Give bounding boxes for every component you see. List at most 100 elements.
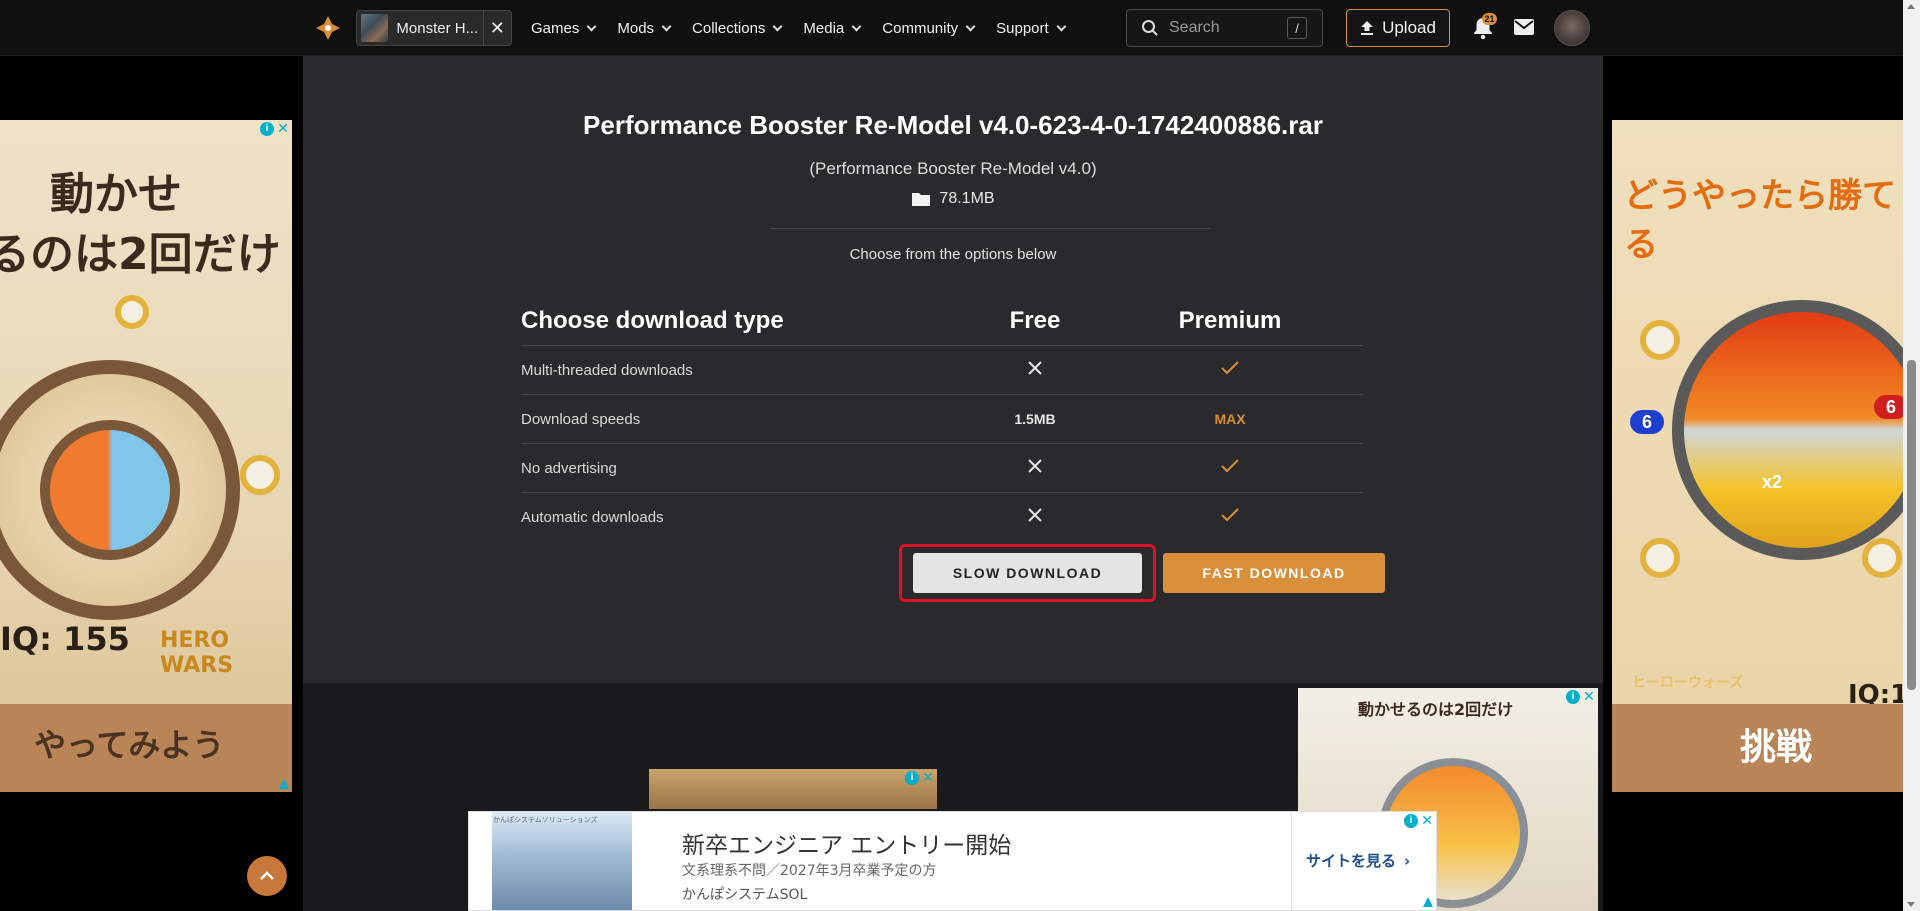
free-speed-value: 1.5MB: [1014, 411, 1056, 427]
upload-button[interactable]: Upload: [1346, 9, 1450, 47]
bottom-ad-banner[interactable]: かんぽシステムソリューションズ 新卒エンジニア エントリー開始 文系理系不問／2…: [468, 811, 1437, 911]
ad-headline: 新卒エンジニア エントリー開始: [682, 833, 1012, 859]
header-premium: Premium: [1178, 306, 1282, 334]
ad-cta-label: サイトを見る: [1306, 852, 1397, 870]
ad-pin-handle: [240, 455, 280, 495]
ad-cta[interactable]: 挑戦: [1740, 718, 1812, 770]
cross-icon: [1027, 507, 1043, 523]
search-input[interactable]: [1169, 19, 1279, 37]
check-icon: [1221, 458, 1239, 473]
ad-sponsor-tag: かんぽシステムソリューションズ: [493, 816, 598, 824]
cross-icon: [1027, 458, 1043, 474]
ad-divider: [1291, 812, 1292, 910]
ad-pin-handle: [1640, 320, 1680, 360]
ad-headline: 動かせるのは2回だけ: [1358, 700, 1514, 719]
ad-brand-logo: HERO WARS: [160, 628, 234, 678]
download-panel: Performance Booster Re-Model v4.0-623-4-…: [303, 56, 1603, 683]
nav-mods[interactable]: Mods: [617, 19, 672, 37]
ad-close-icon[interactable]: ✕: [1420, 813, 1434, 827]
search-box[interactable]: /: [1126, 9, 1323, 47]
close-icon[interactable]: ✕: [484, 18, 511, 39]
ad-pin-handle: [1640, 538, 1680, 578]
ad-cta[interactable]: やってみよう: [34, 720, 224, 766]
adchoices-icon[interactable]: [278, 778, 290, 790]
table-row: No advertising: [521, 444, 1363, 493]
folder-icon: [912, 193, 931, 206]
page-scrollbar[interactable]: [1903, 0, 1920, 911]
ad-close-icon[interactable]: ✕: [921, 770, 935, 784]
chevron-down-icon: [965, 21, 976, 31]
top-navigation: Monster H... ✕ Games Mods Collections Me…: [0, 0, 1903, 56]
header-free: Free: [1009, 306, 1061, 334]
table-row: Automatic downloads: [521, 493, 1363, 542]
ad-ring-graphic: [1672, 300, 1905, 560]
nexus-logo-icon[interactable]: [314, 14, 342, 42]
ad-info-icon[interactable]: i: [905, 771, 919, 785]
nav-games[interactable]: Games: [531, 19, 597, 37]
ad-close-icon[interactable]: ✕: [1582, 689, 1596, 703]
ad-company: かんぽシステムSOL: [682, 887, 808, 903]
premium-speed-value: MAX: [1214, 411, 1246, 427]
mail-icon[interactable]: [1513, 18, 1535, 36]
nav-collections-label: Collections: [692, 19, 766, 37]
ad-cta[interactable]: サイトを見る ›: [1306, 850, 1410, 871]
row-feature: Multi-threaded downloads: [521, 361, 693, 379]
fast-download-button[interactable]: FAST DOWNLOAD: [1163, 553, 1385, 593]
download-type-table: Choose download type Free Premium Multi-…: [521, 296, 1363, 542]
nav-media[interactable]: Media: [803, 19, 862, 37]
nav-media-label: Media: [803, 19, 845, 37]
right-ad-banner[interactable]: どうやったら勝てる 6 6 x2 ヒーローウォーズ IQ:1 挑戦: [1612, 120, 1905, 792]
cross-icon: [1027, 360, 1043, 376]
table-row: Multi-threaded downloads: [521, 346, 1363, 395]
ad-info-icon[interactable]: i: [1404, 814, 1418, 828]
row-feature: Download speeds: [521, 410, 641, 428]
ad-info-icon[interactable]: i: [1566, 690, 1580, 704]
ad-pin-handle: [1862, 538, 1902, 578]
ad-close-icon[interactable]: ✕: [276, 121, 290, 135]
ad-multiplier: x2: [1762, 472, 1783, 492]
notification-count-badge: 21: [1482, 13, 1497, 25]
nav-community[interactable]: Community: [882, 19, 976, 37]
ad-iq-text: IQ: 155: [0, 620, 130, 658]
nav-collections[interactable]: Collections: [692, 19, 783, 37]
upload-icon: [1361, 21, 1374, 35]
scroll-to-top-button[interactable]: [247, 856, 287, 896]
file-title: Performance Booster Re-Model v4.0-623-4-…: [583, 110, 1323, 140]
chevron-right-icon: ›: [1404, 852, 1411, 870]
ad-info-icon[interactable]: i: [260, 122, 274, 136]
scroll-thumb[interactable]: [1907, 360, 1916, 690]
row-feature: Automatic downloads: [521, 509, 664, 526]
search-shortcut-key: /: [1287, 17, 1307, 39]
mid-ad-banner[interactable]: i ✕: [649, 769, 937, 809]
row-feature: No advertising: [521, 459, 617, 477]
ad-subtext: 文系理系不問／2027年3月卒業予定の方: [682, 863, 937, 879]
ad-count-badge: 6: [1874, 395, 1905, 419]
check-icon: [1221, 360, 1239, 375]
chevron-down-icon: [772, 21, 783, 31]
ad-brand-logo: ヒーローウォーズ: [1632, 675, 1744, 691]
main-menu: Games Mods Collections Media Community S…: [531, 0, 1087, 56]
nav-support[interactable]: Support: [996, 20, 1067, 37]
check-icon: [1221, 508, 1239, 522]
nav-mods-label: Mods: [617, 19, 655, 37]
nav-community-label: Community: [882, 19, 959, 37]
file-size-value: 78.1MB: [939, 190, 995, 207]
file-subtitle: (Performance Booster Re-Model v4.0): [809, 159, 1097, 178]
adchoices-icon[interactable]: [1422, 896, 1434, 908]
search-icon: [1142, 20, 1158, 36]
slow-download-button[interactable]: SLOW DOWNLOAD: [913, 553, 1142, 593]
ad-inner-ring: [40, 420, 180, 560]
user-avatar[interactable]: [1554, 10, 1590, 46]
chevron-up-icon: [260, 871, 274, 880]
chevron-down-icon: [851, 21, 862, 31]
ad-headline: 動かせ: [50, 169, 182, 220]
ad-headline: るのは2回だけ: [0, 229, 281, 280]
nav-games-label: Games: [531, 19, 580, 37]
scroll-down-arrow-icon[interactable]: [1907, 902, 1915, 907]
scroll-up-arrow-icon[interactable]: [1907, 4, 1915, 9]
chevron-down-icon: [1056, 21, 1067, 31]
left-ad-banner[interactable]: i ✕ 動かせ るのは2回だけ IQ: 155 HERO WARS やってみよう: [0, 120, 292, 792]
table-header: Choose download type Free Premium: [521, 296, 1363, 346]
divider: [770, 228, 1210, 229]
current-game-chip[interactable]: Monster H... ✕: [356, 10, 512, 46]
